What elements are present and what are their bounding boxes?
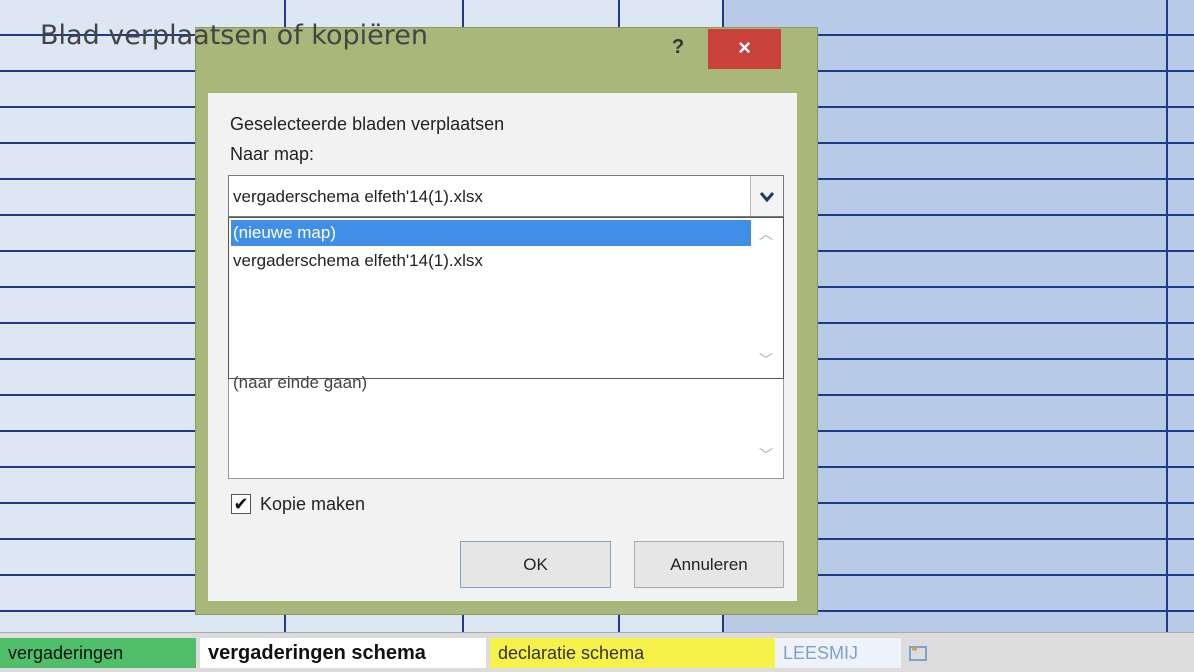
dropdown-option-workbook[interactable]: vergaderschema elfeth'14(1).xlsx bbox=[231, 248, 751, 274]
to-book-label: Naar map: bbox=[230, 144, 315, 164]
scroll-down-icon[interactable]: ﹀ bbox=[759, 350, 773, 370]
sheet-tab-vergaderingen-schema[interactable]: vergaderingen schema bbox=[200, 638, 486, 668]
cancel-button[interactable]: Annuleren bbox=[634, 541, 784, 588]
copy-checkbox-label[interactable]: Kopie maken bbox=[260, 494, 365, 515]
dialog-title: Blad verplaatsen of kopiëren bbox=[40, 20, 428, 51]
help-icon[interactable]: ? bbox=[672, 36, 684, 59]
copy-checkbox[interactable]: ✔ bbox=[231, 494, 251, 514]
ok-button[interactable]: OK bbox=[460, 541, 611, 588]
scroll-down-icon[interactable]: ﹀ bbox=[759, 445, 773, 465]
chevron-down-icon[interactable] bbox=[750, 176, 783, 216]
to-book-value: vergaderschema elfeth'14(1).xlsx bbox=[233, 187, 483, 206]
dropdown-option-new-book[interactable]: (nieuwe map) bbox=[231, 220, 751, 246]
move-selected-sheets-label: Geselecteerde bladen verplaatsen bbox=[230, 114, 505, 134]
before-sheet-list[interactable]: (naar einde gaan) ﹀ bbox=[228, 373, 784, 479]
to-book-dropdown-list[interactable]: (nieuwe map) vergaderschema elfeth'14(1)… bbox=[228, 217, 784, 379]
scroll-up-icon[interactable]: ︿ bbox=[759, 224, 773, 244]
sheet-tab-leesmij[interactable]: LEESMIJ bbox=[775, 638, 901, 668]
checkmark-icon: ✔ bbox=[233, 494, 249, 514]
sheet-tab-declaratie-schema[interactable]: declaratie schema bbox=[490, 638, 791, 668]
close-icon[interactable]: × bbox=[708, 29, 781, 69]
column-line bbox=[1166, 0, 1168, 632]
sheet-tab-vergaderingen[interactable]: vergaderingen bbox=[0, 638, 196, 668]
new-sheet-icon[interactable] bbox=[900, 638, 966, 668]
sheet-tab-bar: vergaderingen vergaderingen schema decla… bbox=[0, 632, 1194, 672]
to-book-combobox[interactable]: vergaderschema elfeth'14(1).xlsx bbox=[228, 175, 784, 217]
list-item[interactable]: (naar einde gaan) bbox=[233, 373, 367, 393]
